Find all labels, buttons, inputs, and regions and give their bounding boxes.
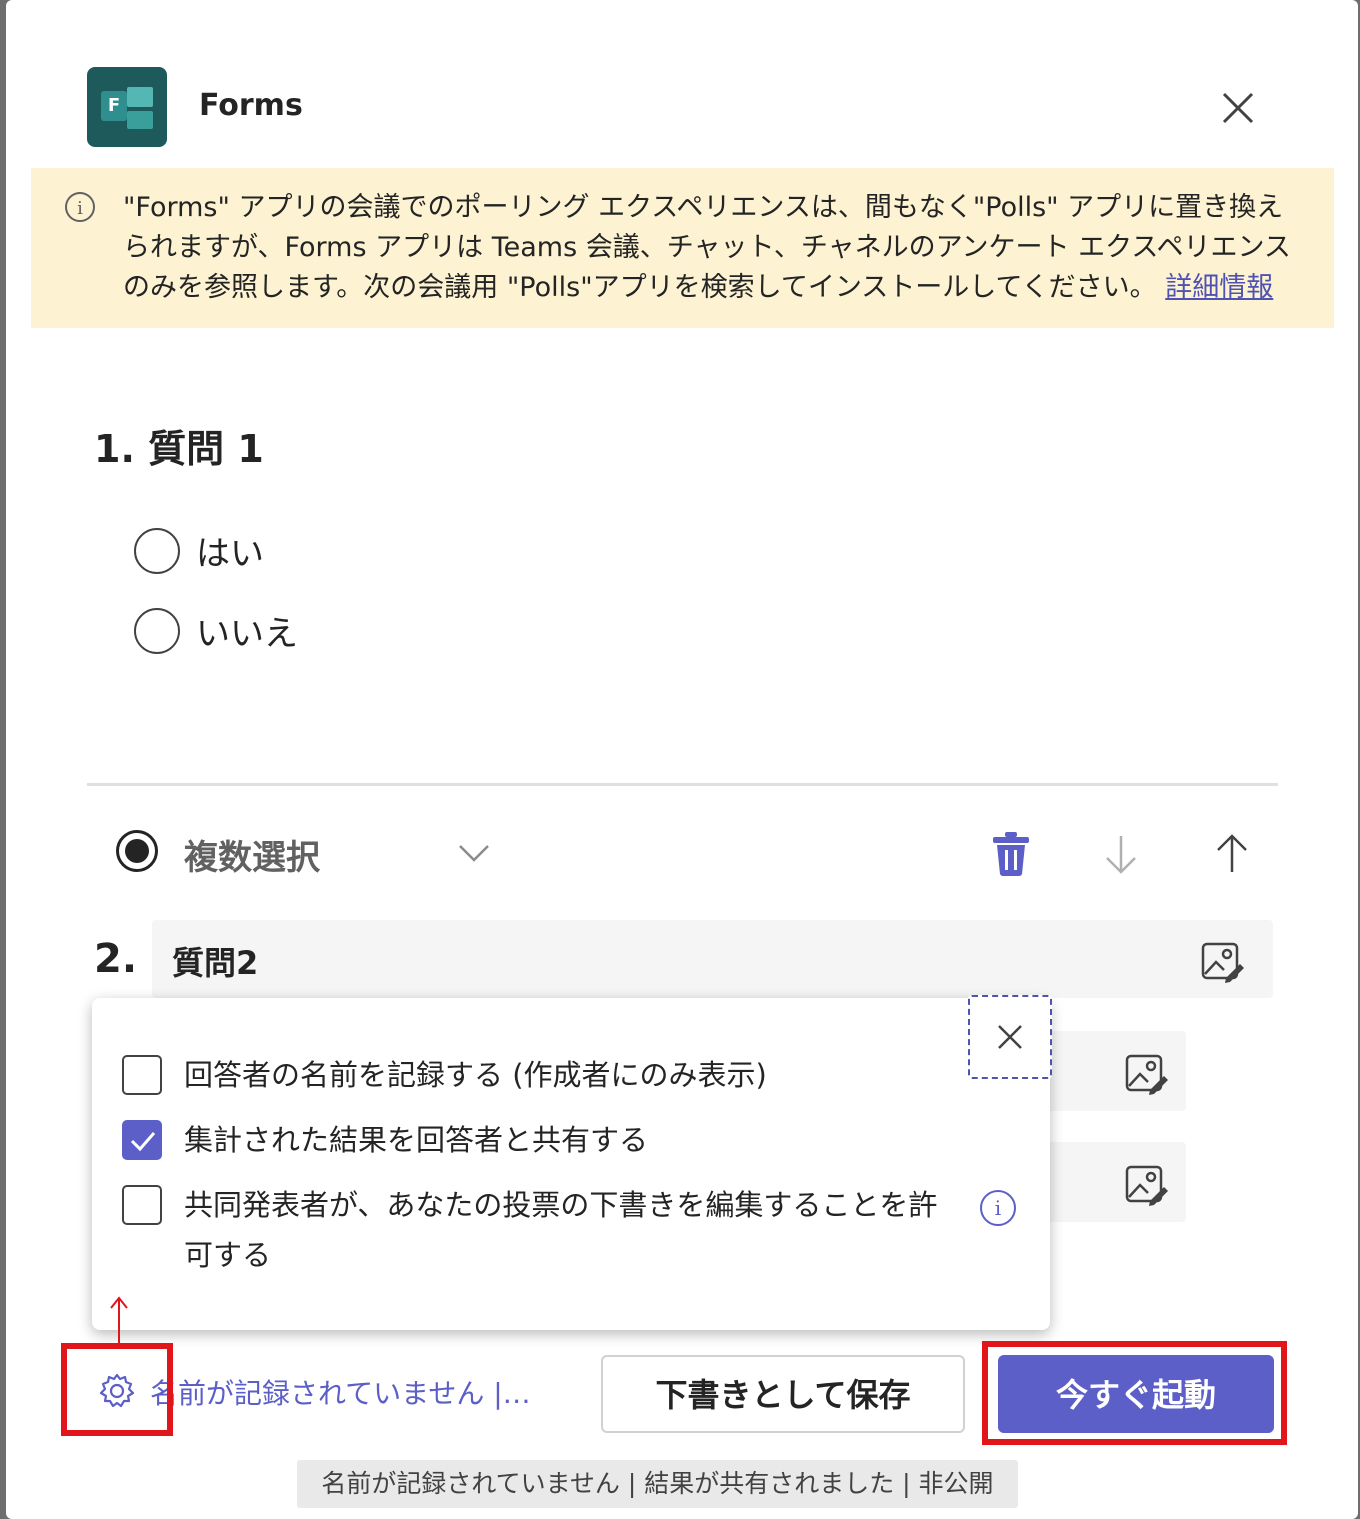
info-icon: i <box>65 192 95 222</box>
forms-app-icon: F <box>87 67 167 147</box>
close-icon[interactable] <box>1218 88 1258 128</box>
option-no[interactable]: いいえ <box>134 606 298 655</box>
info-banner: i "Forms" アプリの会議でのポーリング エクスペリエンスは、間もなく"P… <box>31 168 1334 328</box>
checkbox[interactable] <box>122 1055 162 1095</box>
close-icon <box>998 1025 1022 1049</box>
divider <box>87 783 1278 786</box>
option-share-results[interactable]: 集計された結果を回答者と共有する <box>122 1120 648 1165</box>
question-type-label[interactable]: 複数選択 <box>184 830 320 879</box>
arrow-down-icon[interactable] <box>1101 830 1141 878</box>
chevron-down-icon[interactable] <box>454 838 494 868</box>
insert-image-icon[interactable] <box>1124 1050 1170 1096</box>
option-label: はい <box>196 534 264 574</box>
annotation-arrow <box>110 1296 128 1343</box>
learn-more-link[interactable]: 詳細情報 <box>1165 272 1273 303</box>
question-2-text: 質問2 <box>172 944 259 982</box>
question-2-input[interactable]: 質問2 <box>152 920 1273 998</box>
radio-button[interactable] <box>134 527 180 574</box>
settings-popup: 回答者の名前を記録する (作成者にのみ表示) 集計された結果を回答者と共有する … <box>92 995 1052 1330</box>
banner-message: "Forms" アプリの会議でのポーリング エクスペリエンスは、間もなく"Pol… <box>123 192 1291 303</box>
settings-summary-link[interactable]: 名前が記録されていません |… <box>150 1372 531 1412</box>
question-type-icon <box>116 830 158 872</box>
insert-image-icon[interactable] <box>1124 1161 1170 1207</box>
forms-dialog: F Forms i "Forms" アプリの会議でのポーリング エクスペリエンス… <box>6 0 1358 1519</box>
checkbox-label: 回答者の名前を記録する (作成者にのみ表示) <box>184 1058 767 1092</box>
save-draft-button[interactable]: 下書きとして保存 <box>601 1355 965 1433</box>
question-2-number: 2. <box>94 936 138 982</box>
annotation-highlight-settings <box>61 1343 173 1436</box>
checkmark-icon <box>130 1132 156 1152</box>
option-allow-copresenter-edit[interactable]: 共同発表者が、あなたの投票の下書きを編集することを許可する <box>122 1185 952 1280</box>
arrow-up-icon[interactable] <box>1212 830 1252 878</box>
checkbox-checked[interactable] <box>122 1120 162 1160</box>
popup-close-button[interactable] <box>968 995 1052 1079</box>
radio-button[interactable] <box>134 607 180 654</box>
question-1-title: 1. 質問 1 <box>94 427 264 471</box>
annotation-highlight-launch <box>982 1341 1287 1445</box>
checkbox-label: 共同発表者が、あなたの投票の下書きを編集することを許可する <box>184 1188 938 1272</box>
app-title: Forms <box>199 88 303 123</box>
info-icon[interactable]: i <box>980 1190 1016 1226</box>
option-record-names[interactable]: 回答者の名前を記録する (作成者にのみ表示) <box>122 1055 767 1100</box>
checkbox[interactable] <box>122 1185 162 1225</box>
checkbox-label: 集計された結果を回答者と共有する <box>184 1123 649 1157</box>
trash-icon[interactable] <box>989 830 1033 878</box>
insert-image-icon[interactable] <box>1200 938 1246 984</box>
banner-text: "Forms" アプリの会議でのポーリング エクスペリエンスは、間もなく"Pol… <box>123 188 1303 308</box>
settings-tooltip: 名前が記録されていません | 結果が共有されました | 非公開 <box>297 1460 1018 1508</box>
option-yes[interactable]: はい <box>134 526 264 575</box>
option-label: いいえ <box>196 614 298 654</box>
